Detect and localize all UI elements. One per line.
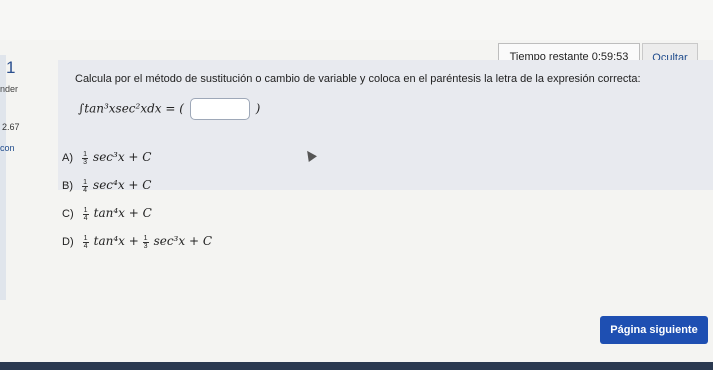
option-letter: D) [62, 236, 74, 248]
option-c: C) 14 tan⁴x + C [62, 206, 152, 222]
option-expression: tan⁴x + C [93, 206, 152, 220]
sidebar-label: nder [0, 84, 19, 94]
option-b: B) 14 sec⁴x + C [62, 178, 151, 194]
fraction-numerator: 1 [82, 150, 88, 159]
fraction: 14 [82, 206, 89, 222]
option-expression: tan⁴x + [93, 234, 143, 248]
closing-paren: ) [255, 101, 261, 116]
fraction-denominator: 3 [143, 242, 148, 250]
option-letter: A) [62, 152, 73, 164]
integral-text: ∫tan³xsec²xdx = ( [78, 101, 184, 116]
option-letter: C) [62, 208, 74, 220]
integral-expression: ∫tan³xsec²xdx = ( ) [78, 98, 260, 120]
fraction: 13 [142, 234, 149, 250]
fraction-numerator: 1 [82, 206, 89, 215]
question-prompt: Calcula por el método de sustitución o c… [75, 73, 641, 85]
fraction: 13 [82, 151, 88, 166]
fraction: 14 [82, 234, 89, 250]
option-letter: B) [62, 180, 73, 192]
fraction-denominator: 4 [83, 242, 88, 250]
option-d: D) 14 tan⁴x + 13 sec³x + C [62, 234, 212, 250]
option-expression-2: sec³x + C [153, 234, 213, 248]
fraction: 14 [82, 179, 88, 194]
option-expression: sec³x + C [93, 150, 152, 164]
option-expression: sec⁴x + C [93, 178, 152, 192]
option-a: A) 13 sec³x + C [62, 150, 151, 166]
fraction-numerator: 1 [82, 178, 88, 187]
question-number: 1 [6, 58, 16, 77]
fraction-denominator: 3 [83, 158, 87, 166]
sidebar-link[interactable]: con [0, 143, 15, 153]
next-page-button[interactable]: Página siguiente [600, 316, 708, 344]
fraction-denominator: 4 [83, 186, 87, 194]
bottom-bar [0, 362, 713, 370]
fraction-numerator: 1 [142, 234, 149, 243]
fraction-numerator: 1 [82, 234, 89, 243]
answer-input[interactable] [189, 98, 250, 120]
top-bar [0, 0, 713, 40]
question-score: 2.67 [2, 122, 20, 132]
fraction-denominator: 4 [83, 214, 88, 222]
